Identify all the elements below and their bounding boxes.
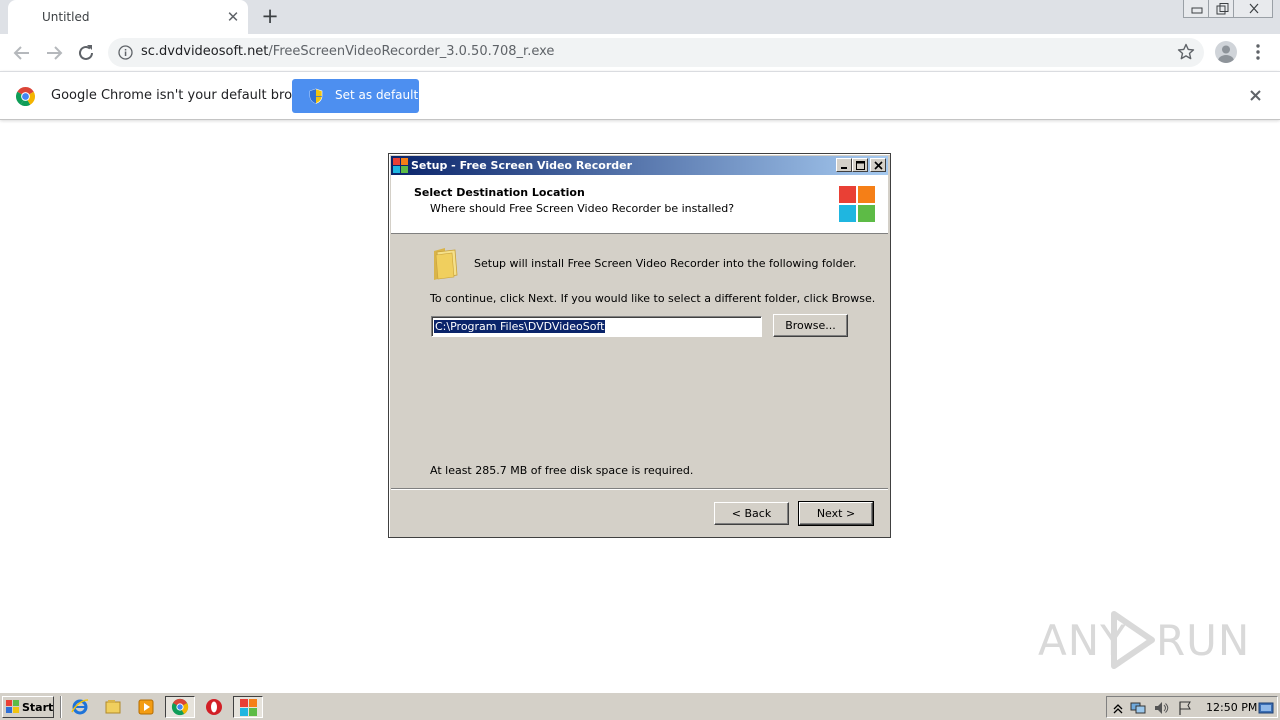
arrow-right-icon xyxy=(47,46,63,60)
chrome-icon xyxy=(171,698,189,716)
start-label: Start xyxy=(22,701,54,714)
infobar-close-icon[interactable] xyxy=(1247,87,1265,105)
minimize-icon xyxy=(1191,7,1203,14)
info-icon[interactable] xyxy=(118,45,133,60)
dialog-title: Setup - Free Screen Video Recorder xyxy=(411,159,633,172)
taskbar-divider xyxy=(60,696,62,718)
set-as-default-label: Set as default xyxy=(335,88,419,102)
restore-icon xyxy=(1216,3,1229,15)
file-explorer-icon[interactable] xyxy=(104,698,122,716)
network-icon[interactable] xyxy=(1130,700,1146,716)
close-window-button[interactable] xyxy=(1233,0,1273,18)
person-icon xyxy=(1218,45,1234,63)
default-browser-infobar: Google Chrome isn't your default browser… xyxy=(0,71,1280,120)
windows-taskbar: Start 12:50 PM xyxy=(0,692,1280,720)
address-bar[interactable]: sc.dvdvideosoft.net/FreeScreenVideoRecor… xyxy=(108,38,1204,67)
windows-flag-icon xyxy=(6,700,20,714)
app-logo-icon xyxy=(839,186,877,224)
opera-icon[interactable] xyxy=(205,698,223,716)
dialog-maximize-button[interactable] xyxy=(852,158,868,172)
reload-icon xyxy=(79,45,93,60)
tab-title: Untitled xyxy=(42,10,90,24)
next-button[interactable]: Next > xyxy=(798,501,874,526)
continue-instructions: To continue, click Next. If you would li… xyxy=(430,292,876,305)
url-path: /FreeScreenVideoRecorder_3.0.50.708_r.ex… xyxy=(268,44,555,59)
maximize-icon xyxy=(856,161,865,170)
forward-button[interactable] xyxy=(42,41,66,65)
start-button[interactable]: Start xyxy=(2,696,54,718)
minimize-icon xyxy=(841,167,847,169)
back-button[interactable] xyxy=(10,41,34,65)
restore-window-button[interactable] xyxy=(1208,0,1234,18)
new-tab-button[interactable]: + xyxy=(259,5,281,27)
app-icon xyxy=(240,699,257,716)
page-subtitle: Where should Free Screen Video Recorder … xyxy=(430,202,735,215)
close-window-icon xyxy=(1249,3,1259,14)
arrow-left-icon xyxy=(13,46,29,60)
volume-icon[interactable] xyxy=(1153,700,1169,716)
taskbar-setup-app[interactable] xyxy=(233,696,263,718)
minimize-window-button[interactable] xyxy=(1183,0,1209,18)
url-text[interactable]: sc.dvdvideosoft.net/FreeScreenVideoRecor… xyxy=(141,44,554,59)
browse-button[interactable]: Browse... xyxy=(773,314,848,337)
taskbar-clock[interactable]: 12:50 PM xyxy=(1206,701,1257,714)
action-center-flag-icon[interactable] xyxy=(1177,700,1193,716)
tab-close-icon[interactable]: ✕ xyxy=(224,8,242,26)
more-vertical-icon xyxy=(1256,44,1260,60)
dialog-header: Select Destination Location Where should… xyxy=(391,175,888,234)
anyrun-watermark: ANY RUN xyxy=(1038,608,1249,672)
app-icon xyxy=(393,158,409,174)
media-player-icon[interactable] xyxy=(137,698,155,716)
tab-strip: Untitled ✕ + xyxy=(0,0,1280,34)
show-hidden-icons-icon[interactable] xyxy=(1110,700,1126,716)
destination-path-input[interactable]: C:\Program Files\DVDVideoSoft xyxy=(431,316,762,337)
page-title: Select Destination Location xyxy=(414,186,585,199)
setup-dialog: Setup - Free Screen Video Recorder Selec… xyxy=(388,153,891,538)
dialog-minimize-button[interactable] xyxy=(836,158,852,172)
back-button[interactable]: < Back xyxy=(714,502,789,525)
destination-path-value: C:\Program Files\DVDVideoSoft xyxy=(434,320,606,333)
set-as-default-button[interactable]: Set as default xyxy=(292,79,419,113)
folder-icon xyxy=(434,248,458,280)
reload-button[interactable] xyxy=(74,41,98,65)
system-tray: 12:50 PM xyxy=(1106,696,1278,718)
browser-toolbar: sc.dvdvideosoft.net/FreeScreenVideoRecor… xyxy=(0,34,1280,71)
dialog-titlebar[interactable]: Setup - Free Screen Video Recorder xyxy=(391,156,888,175)
dialog-separator xyxy=(391,488,888,490)
browser-tab[interactable]: Untitled ✕ xyxy=(8,0,248,34)
install-description: Setup will install Free Screen Video Rec… xyxy=(474,257,857,270)
taskbar-chrome-app[interactable] xyxy=(165,696,195,718)
url-host: sc.dvdvideosoft.net xyxy=(141,44,269,59)
play-logo-icon xyxy=(1111,611,1155,669)
internet-explorer-icon[interactable] xyxy=(71,698,89,716)
bookmark-star-icon[interactable] xyxy=(1177,43,1195,61)
browser-menu-button[interactable] xyxy=(1250,42,1266,62)
disk-space-requirement: At least 285.7 MB of free disk space is … xyxy=(430,464,694,477)
infobar-message: Google Chrome isn't your default browser xyxy=(51,88,323,103)
uac-shield-icon xyxy=(309,88,323,104)
watermark-right-text: RUN xyxy=(1156,616,1251,665)
dialog-close-button[interactable] xyxy=(870,158,886,172)
profile-avatar-icon[interactable] xyxy=(1215,41,1237,63)
close-icon xyxy=(874,161,883,170)
chrome-logo-icon xyxy=(16,87,35,106)
show-desktop-icon[interactable] xyxy=(1258,700,1274,716)
